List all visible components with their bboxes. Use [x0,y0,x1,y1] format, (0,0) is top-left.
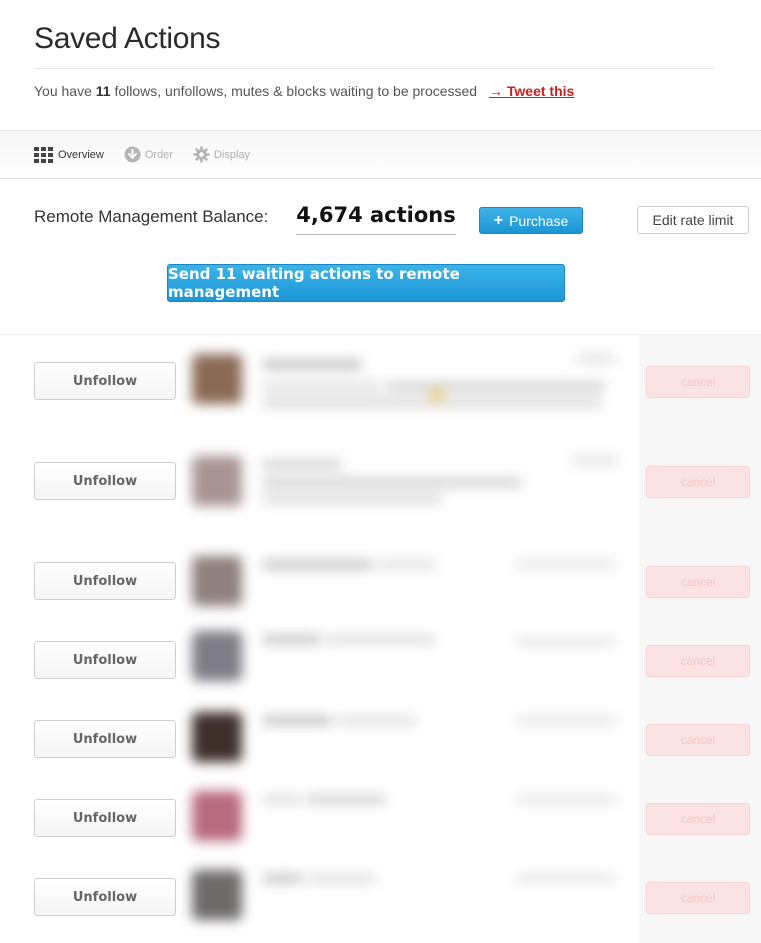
purchase-label: Purchase [509,212,569,229]
list-item: Unfollow cancel [0,348,761,438]
page-header: Saved Actions You have 11 follows, unfol… [0,0,714,101]
tab-order-label: Order [144,148,173,161]
edit-rate-limit-button[interactable]: Edit rate limit [637,206,749,234]
list-item: Unfollow cancel [0,864,761,943]
unfollow-button[interactable]: Unfollow [34,362,176,400]
avatar [192,631,242,681]
cancel-button[interactable]: cancel [646,366,750,398]
unfollow-button[interactable]: Unfollow [34,562,176,600]
list-item: Unfollow cancel [0,627,761,707]
view-toolbar: Overview Order Display [0,130,761,179]
unfollow-button[interactable]: Unfollow [34,720,176,758]
list-item: Unfollow cancel [0,706,761,786]
cancel-button[interactable]: cancel [646,566,750,598]
unfollow-button[interactable]: Unfollow [34,878,176,916]
plus-icon: + [493,211,504,229]
blurred-user-card [186,706,626,776]
purchase-button[interactable]: + Purchase [479,207,583,234]
balance-value: 4,674 actions [296,198,456,235]
blurred-user-card [186,548,626,618]
list-item: Unfollow cancel [0,785,761,865]
tab-overview-label: Overview [58,148,104,161]
pending-summary: You have 11 follows, unfollows, mutes & … [34,81,714,101]
blurred-user-card [186,864,626,934]
tab-order[interactable]: Order [124,146,173,163]
cancel-button[interactable]: cancel [646,466,750,498]
avatar [192,456,242,506]
avatar [192,712,242,762]
title-divider [34,68,714,69]
list-item: Unfollow cancel [0,548,761,628]
avatar [192,791,242,841]
cancel-button[interactable]: cancel [646,882,750,914]
tweet-this-link[interactable]: → Tweet this [489,83,574,99]
gear-icon [193,146,210,163]
tab-display-label: Display [213,148,251,161]
summary-suffix: follows, unfollows, mutes & blocks waiti… [110,83,478,99]
balance-label: Remote Management Balance: [34,207,269,226]
grid-icon [34,146,53,163]
cancel-button[interactable]: cancel [646,803,750,835]
cancel-button[interactable]: cancel [646,724,750,756]
tab-display[interactable]: Display [193,146,250,163]
avatar [192,354,242,404]
list-item: Unfollow cancel [0,448,761,538]
blurred-user-card [186,348,626,428]
cancel-button[interactable]: cancel [646,645,750,677]
unfollow-button[interactable]: Unfollow [34,799,176,837]
unfollow-button[interactable]: Unfollow [34,462,176,500]
blurred-user-card [186,785,626,855]
avatar [192,556,242,606]
unfollow-button[interactable]: Unfollow [34,641,176,679]
balance-row: Remote Management Balance: 4,674 actions… [34,198,749,238]
page-title: Saved Actions [34,22,221,55]
send-to-remote-button[interactable]: Send 11 waiting actions to remote manage… [167,264,565,302]
blurred-user-card [186,627,626,697]
summary-prefix: You have [34,83,96,99]
avatar [192,870,242,920]
arrow-down-circle-icon [124,146,141,163]
pending-count: 11 [95,83,111,99]
blurred-user-card [186,448,626,528]
tab-overview[interactable]: Overview [34,146,104,163]
